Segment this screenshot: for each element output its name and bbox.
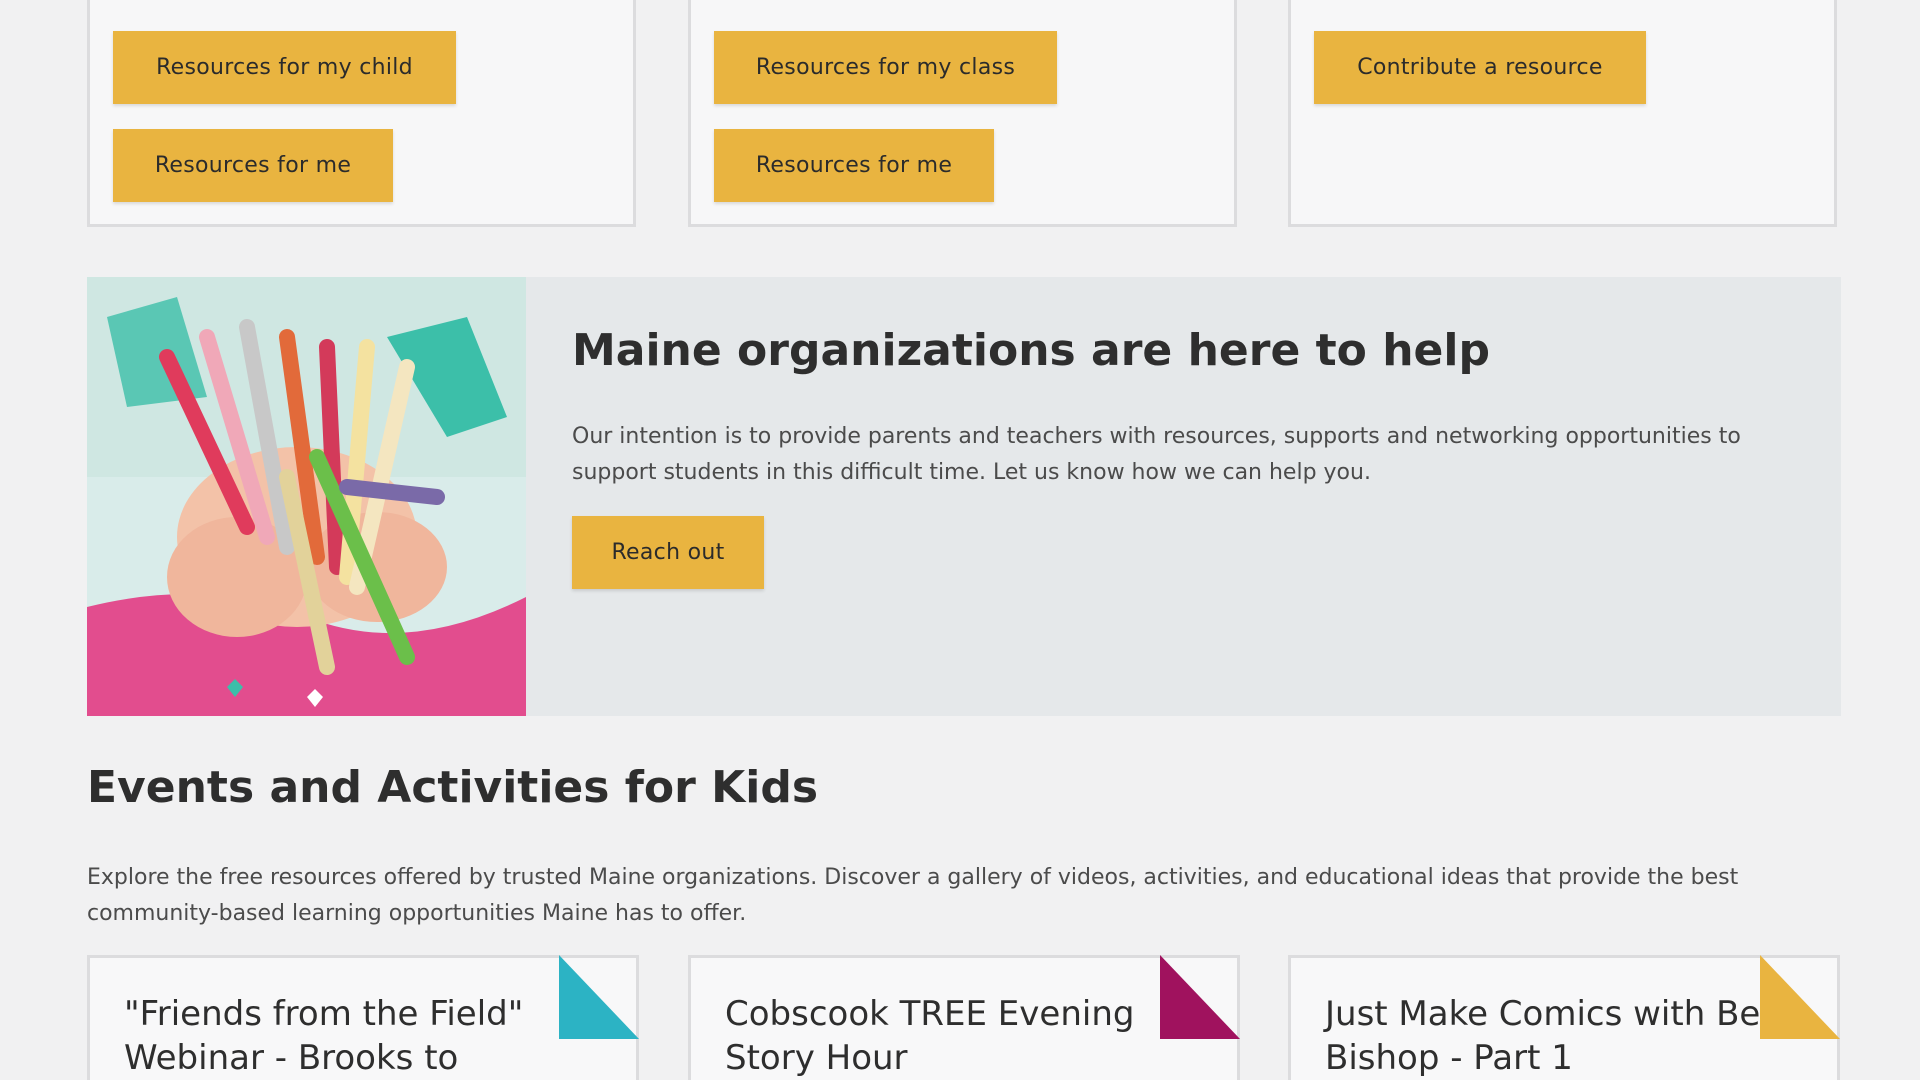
- corner-accent-icon: [559, 955, 639, 1039]
- event-card[interactable]: Just Make Comics with Ben Bishop - Part …: [1288, 955, 1840, 1080]
- page: Resources for my child Resources for me …: [0, 0, 1920, 1080]
- event-card[interactable]: Cobscook TREE Evening Story Hour: [688, 955, 1240, 1080]
- help-description: Our intention is to provide parents and …: [572, 424, 1741, 485]
- reach-out-button[interactable]: Reach out: [572, 516, 764, 589]
- resources-for-me-teacher-button[interactable]: Resources for me: [714, 129, 994, 202]
- contribute-resource-button[interactable]: Contribute a resource: [1314, 31, 1646, 104]
- crayons-photo: [87, 277, 526, 716]
- event-title[interactable]: "Friends from the Field" Webinar - Brook…: [124, 992, 594, 1080]
- corner-accent-icon: [1160, 955, 1240, 1039]
- event-card[interactable]: "Friends from the Field" Webinar - Brook…: [87, 955, 639, 1080]
- corner-accent-icon: [1760, 955, 1840, 1039]
- resources-for-my-class-button[interactable]: Resources for my class: [714, 31, 1057, 104]
- resources-for-me-button[interactable]: Resources for me: [113, 129, 393, 202]
- resource-card-parents: Resources for my child Resources for me: [87, 0, 636, 227]
- resource-card-organizations: Contribute a resource: [1288, 0, 1837, 227]
- event-title[interactable]: Cobscook TREE Evening Story Hour: [725, 992, 1195, 1080]
- help-section: Maine organizations are here to help Our…: [87, 277, 1841, 716]
- resource-card-teachers: Resources for my class Resources for me: [688, 0, 1237, 227]
- events-description: Explore the free resources offered by tr…: [87, 865, 1739, 926]
- help-title: Maine organizations are here to help: [572, 325, 1490, 376]
- event-title[interactable]: Just Make Comics with Ben Bishop - Part …: [1325, 992, 1795, 1080]
- events-title: Events and Activities for Kids: [87, 762, 819, 813]
- resources-for-my-child-button[interactable]: Resources for my child: [113, 31, 456, 104]
